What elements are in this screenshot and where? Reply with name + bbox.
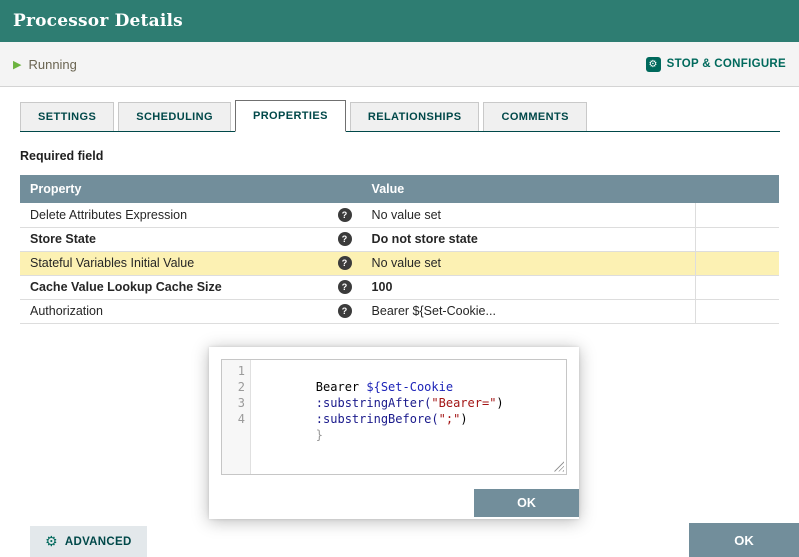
property-value-cell[interactable]: No value set: [361, 203, 696, 228]
stop-configure-label: STOP & CONFIGURE: [666, 58, 786, 70]
property-value-cell[interactable]: No value set: [361, 251, 696, 276]
dialog-title: Processor Details: [13, 11, 183, 31]
popup-footer: OK: [221, 488, 579, 517]
ok-button[interactable]: OK: [689, 523, 799, 557]
actions-column-header: [695, 175, 779, 203]
help-icon[interactable]: ?: [337, 280, 352, 294]
stop-configure-icon: ⚙: [645, 56, 661, 72]
property-value-cell[interactable]: 100: [361, 275, 696, 300]
value-editor-popup: 1 2 3 4 Bearer ${Set-Cookie :substringAf…: [209, 346, 579, 519]
tab-scheduling[interactable]: SCHEDULING: [118, 102, 231, 131]
run-state-label: Running: [28, 56, 77, 72]
code-token: Bearer: [315, 379, 367, 394]
code-area[interactable]: Bearer ${Set-Cookie :substringAfter("Bea…: [251, 360, 566, 474]
code-token: }: [315, 427, 324, 442]
property-row: Cache Value Lookup Cache Size ? 100: [20, 275, 779, 300]
run-state: ▶ Running: [13, 57, 77, 72]
property-name: Authorization: [30, 304, 103, 318]
line-number: 2: [237, 379, 245, 394]
property-name-cell: Stateful Variables Initial Value ?: [20, 251, 362, 276]
property-actions-cell: [695, 251, 779, 276]
line-number: 3: [237, 395, 245, 410]
property-name-cell: Authorization ?: [20, 299, 362, 324]
gear-icon: ⚙: [45, 533, 58, 549]
code-token: :substringAfter(: [315, 395, 432, 410]
help-icon[interactable]: ?: [337, 207, 352, 222]
tab-comments[interactable]: COMMENTS: [483, 102, 587, 131]
table-header-row: Property Value: [20, 175, 779, 203]
line-number: 1: [237, 363, 245, 378]
property-column-header: Property: [20, 175, 362, 203]
property-actions-cell: [695, 227, 779, 252]
tab-properties[interactable]: PROPERTIES: [234, 100, 346, 132]
help-icon[interactable]: ?: [337, 304, 352, 318]
properties-table: Property Value Delete Attributes Express…: [20, 175, 779, 324]
code-token: ";": [438, 411, 461, 426]
code-token: ): [460, 411, 468, 426]
line-number-gutter: 1 2 3 4: [222, 359, 251, 474]
property-actions-cell: [695, 299, 779, 324]
property-name: Stateful Variables Initial Value: [30, 256, 195, 270]
editor-ok-button[interactable]: OK: [474, 488, 579, 517]
play-icon: ▶: [13, 58, 22, 71]
property-name-cell: Store State ?: [20, 227, 362, 252]
line-number: 4: [237, 411, 245, 426]
tab-settings[interactable]: SETTINGS: [20, 102, 115, 131]
status-bar: ▶ Running ⚙ STOP & CONFIGURE: [0, 42, 799, 87]
processor-details-dialog: { "window": { "title": "Processor Detail…: [0, 0, 799, 557]
code-token: :substringBefore(: [315, 411, 439, 426]
property-row-highlighted: Stateful Variables Initial Value ? No va…: [20, 251, 779, 276]
dialog-header: Processor Details: [0, 0, 799, 42]
property-value-cell[interactable]: Do not store state: [361, 227, 696, 252]
property-name: Store State: [30, 232, 96, 246]
property-name-cell: Cache Value Lookup Cache Size ?: [20, 275, 362, 300]
code-token: "Bearer=": [431, 395, 497, 410]
tab-bar: SETTINGS SCHEDULING PROPERTIES RELATIONS…: [20, 100, 780, 132]
advanced-button[interactable]: ⚙ ADVANCED: [30, 526, 147, 557]
property-actions-cell: [695, 203, 779, 228]
property-row: Authorization ? Bearer ${Set-Cookie...: [20, 299, 779, 324]
required-field-label: Required field: [20, 149, 104, 163]
property-row: Store State ? Do not store state: [20, 227, 779, 252]
code-line: Bearer ${Set-Cookie: [258, 363, 566, 394]
help-icon[interactable]: ?: [337, 256, 352, 270]
property-name-cell: Delete Attributes Expression ?: [20, 203, 362, 228]
advanced-label: ADVANCED: [64, 535, 132, 548]
code-token: ${Set-Cookie: [366, 379, 454, 394]
help-icon[interactable]: ?: [337, 232, 352, 246]
expression-editor[interactable]: 1 2 3 4 Bearer ${Set-Cookie :substringAf…: [221, 358, 567, 475]
tab-relationships[interactable]: RELATIONSHIPS: [349, 102, 480, 131]
property-value-cell[interactable]: Bearer ${Set-Cookie...: [361, 299, 696, 324]
property-name: Cache Value Lookup Cache Size: [30, 280, 222, 294]
stop-and-configure-button[interactable]: ⚙ STOP & CONFIGURE: [645, 56, 786, 72]
property-name: Delete Attributes Expression: [30, 207, 188, 222]
property-row: Delete Attributes Expression ? No value …: [20, 203, 779, 228]
property-actions-cell: [695, 275, 779, 300]
code-token: ): [496, 395, 504, 410]
value-column-header: Value: [361, 175, 696, 203]
